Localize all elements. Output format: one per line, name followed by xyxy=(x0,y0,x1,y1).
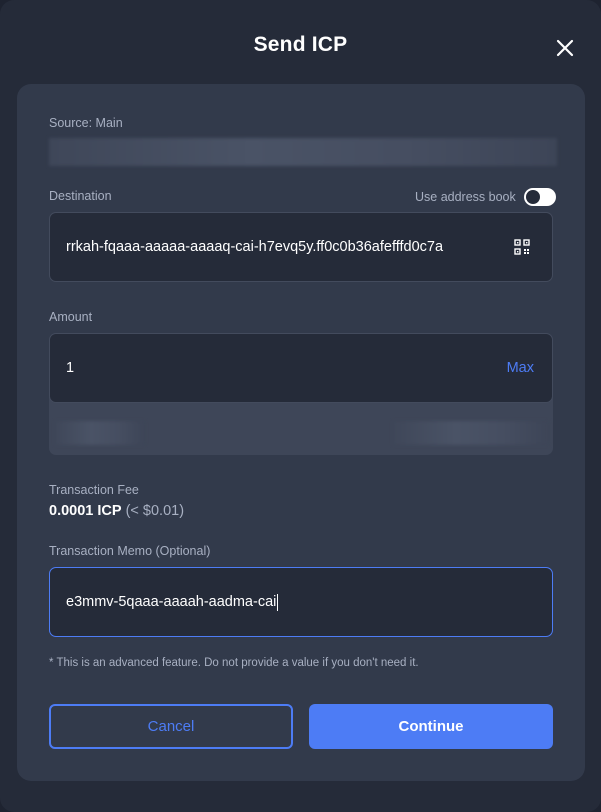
destination-input[interactable]: rrkah-fqaaa-aaaaa-aaaaq-cai-h7evq5y.ff0c… xyxy=(49,212,553,282)
memo-input[interactable]: e3mmv-5qaaa-aaaah-aadma-cai xyxy=(49,567,553,637)
max-button[interactable]: Max xyxy=(507,360,534,376)
amount-conversion-redacted xyxy=(55,421,145,445)
fee-label: Transaction Fee xyxy=(49,483,139,497)
memo-value: e3mmv-5qaaa-aaaah-aadma-cai xyxy=(66,594,277,610)
fee-usd: (< $0.01) xyxy=(125,503,185,519)
address-book-label: Use address book xyxy=(415,190,516,204)
amount-value: 1 xyxy=(66,360,75,376)
amount-input[interactable]: 1 Max xyxy=(49,333,553,403)
amount-group: 1 Max xyxy=(49,333,553,455)
fee-amount: 0.0001 ICP xyxy=(49,503,122,519)
memo-label: Transaction Memo (Optional) xyxy=(49,544,211,558)
cancel-button[interactable]: Cancel xyxy=(49,704,293,749)
form-panel: Source: Main Destination Use address boo… xyxy=(17,84,585,781)
memo-note: * This is an advanced feature. Do not pr… xyxy=(49,657,419,669)
destination-value: rrkah-fqaaa-aaaaa-aaaaq-cai-h7evq5y.ff0c… xyxy=(66,239,444,255)
address-book-toggle[interactable] xyxy=(523,188,556,206)
fee-value: 0.0001 ICP (< $0.01) xyxy=(49,503,184,519)
toggle-knob xyxy=(525,190,540,204)
destination-label: Destination xyxy=(49,189,112,203)
qr-code-icon[interactable] xyxy=(514,239,530,255)
source-account-redacted xyxy=(49,138,557,166)
text-caret xyxy=(277,593,279,611)
balance-redacted xyxy=(393,421,549,445)
close-icon[interactable] xyxy=(554,37,576,59)
address-book-toggle-group: Use address book xyxy=(415,188,556,206)
source-label: Source: Main xyxy=(49,116,123,130)
modal-title: Send ICP xyxy=(253,33,348,56)
continue-button[interactable]: Continue xyxy=(309,704,553,749)
send-icp-modal: Send ICP Source: Main Destination Use ad… xyxy=(0,0,601,812)
amount-label: Amount xyxy=(49,310,93,324)
